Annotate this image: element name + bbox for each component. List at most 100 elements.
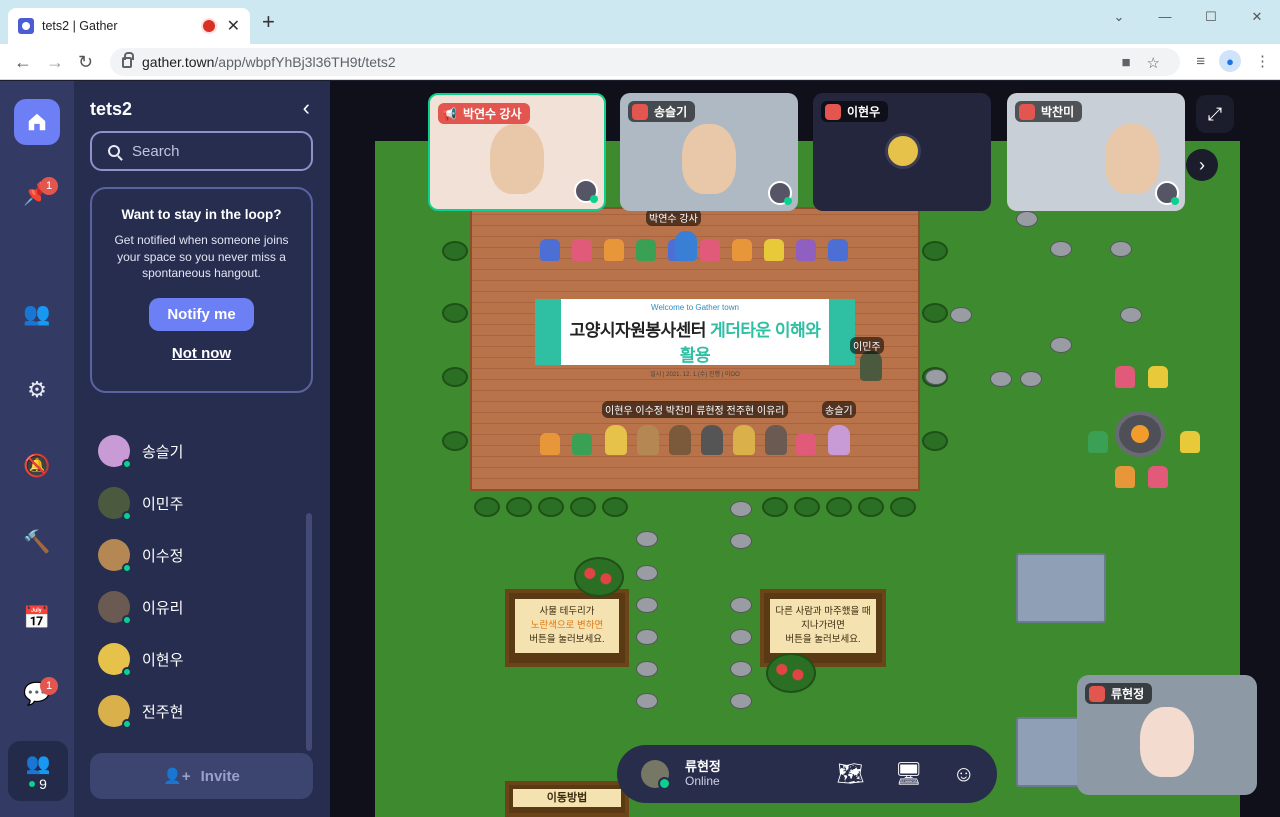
user-list-item[interactable]: 송슬기 bbox=[98, 435, 183, 469]
character-avatar[interactable] bbox=[765, 425, 787, 455]
star-icon[interactable]: ☆ bbox=[1147, 54, 1160, 72]
video-tile[interactable]: 이현우 bbox=[813, 93, 991, 211]
forward-arrow-icon[interactable]: → bbox=[46, 52, 64, 72]
profile-avatar-icon[interactable]: ● bbox=[1219, 50, 1241, 72]
video-tile[interactable]: 📢 박연수 강사 bbox=[428, 93, 606, 211]
window-close-icon[interactable]: ✕ bbox=[1234, 6, 1280, 28]
chair[interactable] bbox=[636, 239, 656, 261]
participants-button[interactable]: 👥 9 bbox=[8, 741, 68, 801]
chair[interactable] bbox=[796, 433, 816, 455]
stepping-stone bbox=[636, 597, 658, 613]
user-list-item[interactable]: 이현우 bbox=[98, 643, 183, 677]
video-tile[interactable]: 박찬미 bbox=[1007, 93, 1185, 211]
chair[interactable] bbox=[764, 239, 784, 261]
people-nav-button[interactable]: 👥 bbox=[14, 291, 60, 337]
bush bbox=[474, 497, 500, 517]
gather-favicon-icon bbox=[18, 18, 34, 34]
chair[interactable] bbox=[1148, 366, 1168, 388]
video-tile[interactable]: 송슬기 bbox=[620, 93, 798, 211]
chair[interactable] bbox=[572, 433, 592, 455]
pin-button[interactable]: 📌 1 bbox=[14, 171, 60, 217]
user-list-item[interactable]: 이민주 bbox=[98, 487, 184, 521]
participant-video-face bbox=[1104, 124, 1159, 194]
chevron-down-icon[interactable]: ⌄ bbox=[1096, 6, 1142, 28]
character-avatar[interactable] bbox=[701, 425, 723, 455]
emoji-icon[interactable]: ☺ bbox=[953, 761, 975, 787]
gather-left-rail: 📌 1 👥 ⚙ 🔕 🔨 📅 💬 1 👥 9 bbox=[0, 81, 74, 817]
search-input[interactable]: Search bbox=[90, 131, 313, 171]
bush bbox=[570, 497, 596, 517]
chair[interactable] bbox=[540, 433, 560, 455]
more-menu-icon[interactable]: ⋮ bbox=[1255, 52, 1270, 70]
calendar-button[interactable]: 📅 bbox=[14, 595, 60, 641]
info-sign[interactable]: 사물 테두리가 노란색으로 변하면 버튼을 눌러보세요. bbox=[505, 589, 629, 667]
food-table[interactable] bbox=[1016, 553, 1106, 623]
minimize-icon[interactable]: — bbox=[1142, 6, 1188, 28]
chair[interactable] bbox=[1115, 466, 1135, 488]
chair[interactable] bbox=[572, 239, 592, 261]
bush bbox=[922, 431, 948, 451]
screen-share-icon[interactable]: 🖥 bbox=[895, 761, 923, 787]
mic-muted-icon bbox=[825, 103, 841, 120]
new-tab-button[interactable]: + bbox=[262, 11, 275, 33]
chair[interactable] bbox=[1088, 431, 1108, 453]
user-list-item[interactable]: 전주현 bbox=[98, 695, 183, 729]
character-avatar[interactable] bbox=[733, 425, 755, 455]
collapse-panel-icon[interactable]: ‹ bbox=[303, 95, 310, 121]
reload-icon[interactable]: ↻ bbox=[78, 52, 93, 72]
expand-icon[interactable]: ⤢ bbox=[1196, 95, 1234, 133]
food-table[interactable] bbox=[1016, 717, 1080, 787]
welcome-banner: Welcome to Gather town 고양시자원봉사센터 게더타운 이해… bbox=[535, 299, 855, 378]
avatar bbox=[98, 643, 132, 677]
browser-tab[interactable]: tets2 | Gather ✕ bbox=[8, 8, 250, 44]
chair[interactable] bbox=[604, 239, 624, 261]
notify-me-button[interactable]: Notify me bbox=[149, 297, 254, 331]
chevron-right-icon[interactable]: › bbox=[1186, 149, 1218, 181]
user-list-item[interactable]: 이유리 bbox=[98, 591, 183, 625]
movement-sign[interactable]: 이동방법 bbox=[505, 781, 629, 817]
map-icon[interactable]: 🗺 bbox=[837, 761, 865, 787]
stepping-stone bbox=[636, 565, 658, 581]
game-map[interactable]: Welcome to Gather town 고양시자원봉사센터 게더타운 이해… bbox=[330, 81, 1280, 817]
camera-icon[interactable]: ■ bbox=[1121, 54, 1130, 72]
back-arrow-icon[interactable]: ← bbox=[14, 52, 32, 72]
self-video-tile[interactable]: 류현정 bbox=[1077, 675, 1257, 795]
user-name: 이민주 bbox=[142, 495, 184, 513]
chair[interactable] bbox=[796, 239, 816, 261]
chair[interactable] bbox=[1148, 466, 1168, 488]
maximize-icon[interactable]: ☐ bbox=[1188, 6, 1234, 28]
tab-close-icon[interactable]: ✕ bbox=[227, 16, 240, 36]
avatar[interactable] bbox=[641, 760, 671, 790]
my-status[interactable]: Online bbox=[685, 774, 721, 788]
stepping-stone bbox=[1050, 241, 1072, 257]
chat-button[interactable]: 💬 1 bbox=[14, 671, 60, 717]
character-avatar[interactable] bbox=[675, 231, 697, 261]
media-queue-icon[interactable]: ≡ bbox=[1196, 53, 1205, 70]
stepping-stone bbox=[636, 531, 658, 547]
home-button[interactable] bbox=[14, 99, 60, 145]
url-field[interactable]: gather.town /app/wbpfYhBj3l36TH9t/tets2 … bbox=[110, 48, 1180, 76]
sign-line: 다른 사람과 마주했을 때 bbox=[775, 606, 871, 617]
chair[interactable] bbox=[828, 239, 848, 261]
chair[interactable] bbox=[1180, 431, 1200, 453]
invite-button[interactable]: 👤+ Invite bbox=[90, 753, 313, 799]
chair[interactable] bbox=[732, 239, 752, 261]
character-avatar[interactable] bbox=[637, 425, 659, 455]
notifications-off-button[interactable]: 🔕 bbox=[14, 443, 60, 489]
campfire[interactable] bbox=[1115, 411, 1165, 457]
character-avatar[interactable] bbox=[669, 425, 691, 455]
space-name: tets2 bbox=[90, 99, 133, 119]
not-now-button[interactable]: Not now bbox=[92, 345, 311, 362]
chair[interactable] bbox=[540, 239, 560, 261]
settings-button[interactable]: ⚙ bbox=[14, 367, 60, 413]
chair[interactable] bbox=[1115, 366, 1135, 388]
user-list-scrollbar[interactable] bbox=[306, 513, 312, 751]
user-list-item[interactable]: 이수정 bbox=[98, 539, 183, 573]
search-icon bbox=[108, 145, 120, 157]
build-button[interactable]: 🔨 bbox=[14, 519, 60, 565]
character-avatar[interactable] bbox=[605, 425, 627, 455]
stepping-stone bbox=[730, 597, 752, 613]
chair[interactable] bbox=[700, 239, 720, 261]
character-avatar[interactable] bbox=[828, 425, 850, 455]
character-avatar[interactable] bbox=[860, 351, 882, 381]
